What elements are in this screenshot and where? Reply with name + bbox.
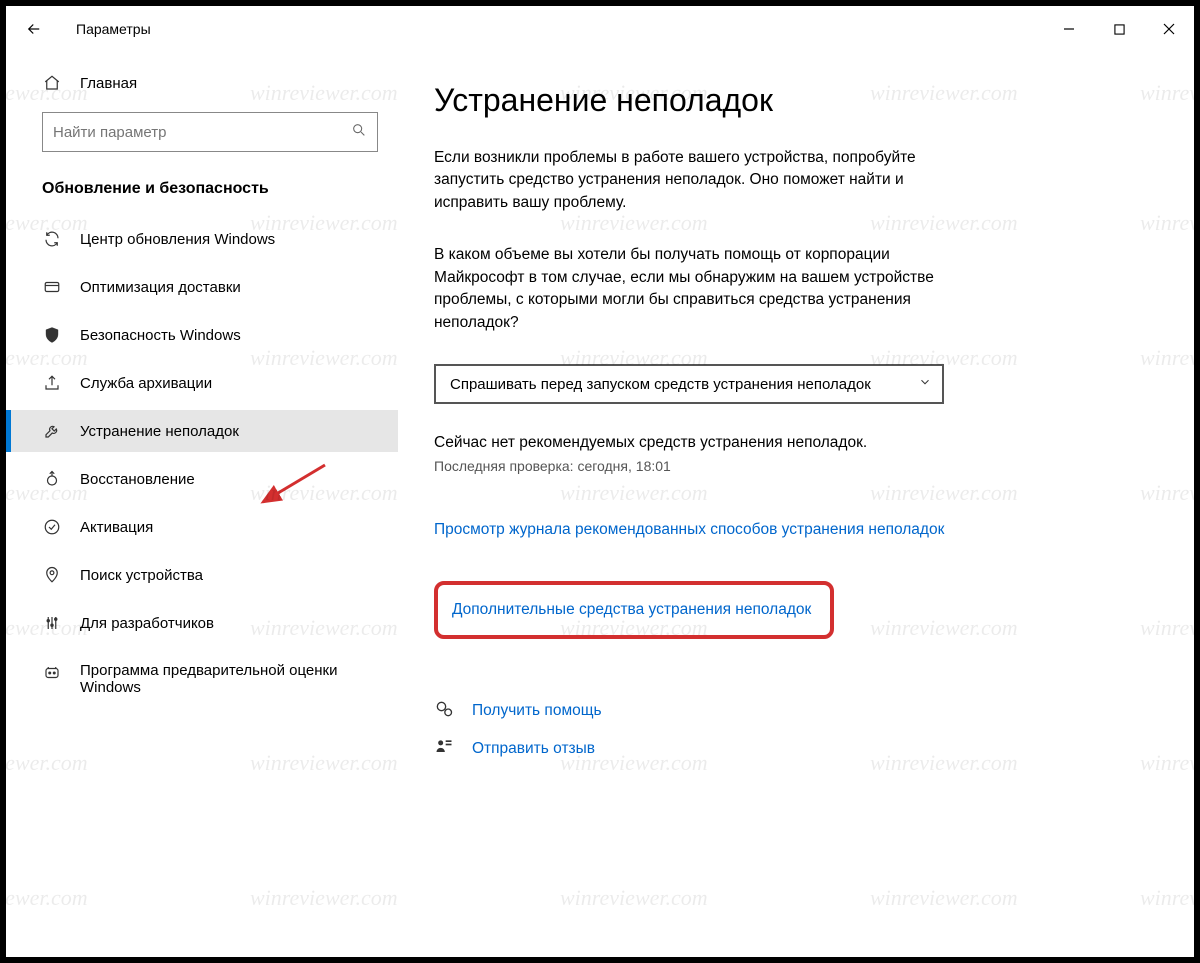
sidebar-item-recovery[interactable]: Восстановление [6,458,398,500]
maximize-button[interactable] [1094,9,1144,49]
sidebar-item-label: Для разработчиков [80,615,214,632]
sidebar-item-label: Служба архивации [80,375,212,392]
sidebar-nav-list: Центр обновления Windows Оптимизация дос… [6,208,398,708]
backup-icon [42,374,62,392]
link-history[interactable]: Просмотр журнала рекомендованных способо… [434,519,944,541]
sidebar-item-delivery[interactable]: Оптимизация доставки [6,266,398,308]
recovery-icon [42,470,62,488]
delivery-icon [42,278,62,296]
feedback-icon [434,737,456,761]
search-icon [351,122,367,142]
sidebar-item-label: Программа предварительной оценки Windows [80,662,360,696]
window-title: Параметры [76,21,151,37]
link-advanced-troubleshooters[interactable]: Дополнительные средства устранения непол… [452,599,811,621]
section-title: Обновление и безопасность [42,180,378,198]
sidebar: Главная Обновление и безопасность Центр … [6,52,398,957]
sidebar-home-label: Главная [80,75,137,92]
wrench-icon [42,422,62,440]
dropdown-selected-label: Спрашивать перед запуском средств устран… [450,376,871,393]
link-get-help[interactable]: Получить помощь [472,700,602,722]
check-circle-icon [42,518,62,536]
sidebar-item-label: Оптимизация доставки [80,279,241,296]
back-button[interactable] [18,20,50,38]
minimize-button[interactable] [1044,9,1094,49]
highlighted-link-box: Дополнительные средства устранения непол… [434,581,834,639]
home-icon [42,74,62,92]
sidebar-item-security[interactable]: Безопасность Windows [6,314,398,356]
insider-icon [42,664,62,682]
sidebar-item-label: Устранение неполадок [80,423,239,440]
close-button[interactable] [1144,9,1194,49]
intro-paragraph-1: Если возникли проблемы в работе вашего у… [434,147,974,214]
status-last-check: Последняя проверка: сегодня, 18:01 [434,458,1154,474]
sidebar-item-find-device[interactable]: Поиск устройства [6,554,398,596]
search-input[interactable] [53,124,351,141]
intro-paragraph-2: В каком объеме вы хотели бы получать пом… [434,244,974,334]
sidebar-item-troubleshoot[interactable]: Устранение неполадок [6,410,398,452]
sidebar-item-label: Поиск устройства [80,567,203,584]
sidebar-item-activation[interactable]: Активация [6,506,398,548]
sidebar-item-backup[interactable]: Служба архивации [6,362,398,404]
sidebar-item-label: Восстановление [80,471,195,488]
sidebar-item-label: Центр обновления Windows [80,231,275,248]
sync-icon [42,230,62,248]
developers-icon [42,614,62,632]
status-no-recommended: Сейчас нет рекомендуемых средств устране… [434,434,1154,452]
search-box[interactable] [42,112,378,152]
sidebar-item-label: Активация [80,519,153,536]
sidebar-item-insider[interactable]: Программа предварительной оценки Windows [6,650,398,708]
troubleshoot-preference-dropdown[interactable]: Спрашивать перед запуском средств устран… [434,364,944,404]
help-icon [434,699,456,723]
sidebar-item-developers[interactable]: Для разработчиков [6,602,398,644]
sidebar-home[interactable]: Главная [6,62,398,104]
page-heading: Устранение неполадок [434,82,1154,119]
location-icon [42,566,62,584]
link-send-feedback[interactable]: Отправить отзыв [472,738,595,760]
shield-icon [42,326,62,344]
sidebar-item-label: Безопасность Windows [80,327,241,344]
sidebar-item-windows-update[interactable]: Центр обновления Windows [6,218,398,260]
content-pane: Устранение неполадок Если возникли пробл… [398,52,1194,957]
chevron-down-icon [918,375,932,393]
titlebar: Параметры [6,6,1194,52]
